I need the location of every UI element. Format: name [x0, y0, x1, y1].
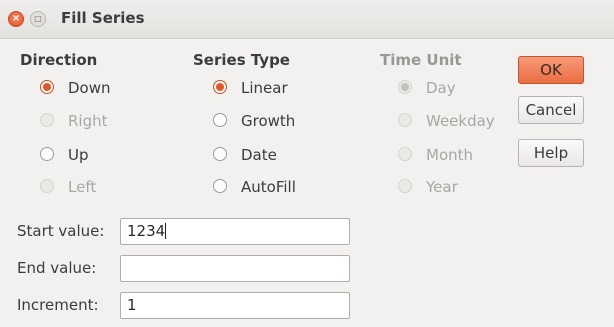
- time-unit-header: Time Unit: [380, 51, 462, 69]
- series-autofill-label: AutoFill: [241, 178, 296, 196]
- fill-series-dialog: × □ Fill Series Direction Down Right Up …: [0, 0, 614, 327]
- dialog-title: Fill Series: [61, 9, 145, 27]
- radio-disabled-icon: [398, 113, 412, 127]
- radio-unselected-icon[interactable]: [213, 179, 227, 193]
- series-growth-label: Growth: [241, 112, 296, 130]
- series-type-header: Series Type: [193, 51, 290, 69]
- start-value-input[interactable]: 1234: [120, 218, 350, 245]
- start-value-text: 1234: [127, 222, 166, 240]
- series-date-label: Date: [241, 146, 277, 164]
- radio-unselected-icon[interactable]: [213, 147, 227, 161]
- direction-header: Direction: [20, 51, 98, 69]
- time-day-label: Day: [426, 79, 456, 97]
- end-value-label: End value:: [17, 259, 97, 277]
- increment-label: Increment:: [17, 296, 99, 314]
- title-bar: × □ Fill Series: [0, 0, 614, 39]
- increment-text: 1: [127, 296, 137, 314]
- maximize-window-icon[interactable]: □: [30, 11, 46, 27]
- help-button[interactable]: Help: [518, 139, 584, 167]
- time-weekday-label: Weekday: [426, 112, 495, 130]
- radio-disabled-icon: [398, 179, 412, 193]
- radio-unselected-icon[interactable]: [213, 113, 227, 127]
- ok-button[interactable]: OK: [518, 56, 584, 84]
- radio-disabled-icon: [398, 147, 412, 161]
- end-value-input[interactable]: [120, 255, 350, 282]
- radio-selected-icon[interactable]: [213, 80, 227, 94]
- cancel-button[interactable]: Cancel: [518, 96, 584, 124]
- start-value-label: Start value:: [17, 222, 105, 240]
- radio-unselected-icon[interactable]: [40, 147, 54, 161]
- time-month-label: Month: [426, 146, 474, 164]
- direction-left-label: Left: [68, 178, 97, 196]
- time-year-label: Year: [426, 178, 458, 196]
- text-caret: [165, 223, 167, 239]
- increment-input[interactable]: 1: [120, 292, 350, 319]
- series-linear-label: Linear: [241, 79, 288, 97]
- direction-up-label: Up: [68, 146, 89, 164]
- radio-disabled-icon: [40, 179, 54, 193]
- radio-selected-icon[interactable]: [40, 80, 54, 94]
- direction-down-label: Down: [68, 79, 111, 97]
- direction-right-label: Right: [68, 112, 108, 130]
- close-window-icon[interactable]: ×: [8, 11, 24, 27]
- radio-disabled-icon: [40, 113, 54, 127]
- radio-disabled-selected-icon: [398, 80, 412, 94]
